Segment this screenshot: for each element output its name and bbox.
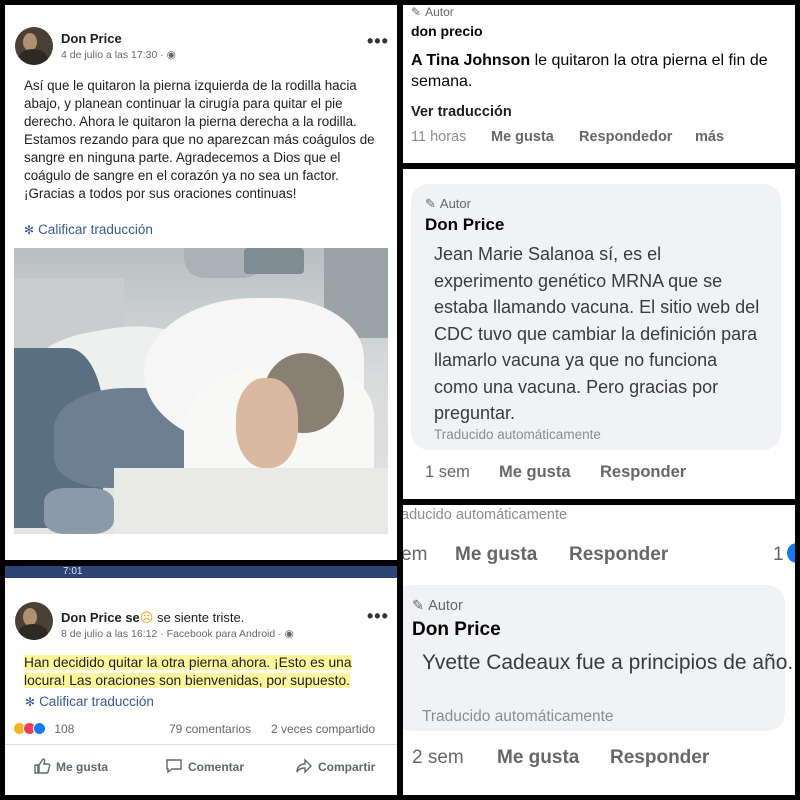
post-1-panel: Don Price 4 de julio a las 17:30 · ◉ •••…: [5, 5, 397, 560]
comment-text: A Tina Johnson le quitaron la otra piern…: [411, 50, 791, 92]
comment-time: 1 sem: [425, 463, 470, 481]
sad-emoji-icon: ☹: [139, 610, 154, 625]
gear-icon: ✻: [25, 695, 36, 709]
auto-translated-label: Traducido automáticamente: [422, 708, 614, 725]
post-date-text: 8 de julio a las 16:12 · Facebook para A…: [61, 628, 285, 640]
auto-translated-label: Traducido automáticamente: [434, 427, 601, 442]
reply-button[interactable]: Responder: [610, 747, 709, 769]
comment-time: 2 sem: [412, 747, 464, 768]
comment-label: Comentar: [188, 760, 245, 774]
prev-reply-button[interactable]: Responder: [569, 544, 668, 566]
rate-translation-label: Calificar traducción: [39, 694, 154, 709]
highlighted-text: Han decidido quitar la otra pierna ahora…: [24, 655, 352, 688]
prev-like-button[interactable]: Me gusta: [455, 544, 537, 566]
author-badge: ✎ Autor: [425, 196, 471, 212]
avatar[interactable]: [15, 602, 53, 640]
post-photo[interactable]: [14, 248, 388, 534]
rate-translation-link[interactable]: ✻ Calificar traducción: [25, 694, 154, 709]
post-date-text: 4 de julio a las 17:30 ·: [61, 49, 167, 61]
reaction-summary[interactable]: 108: [13, 722, 74, 736]
post-text: Han decidido quitar la otra pierna ahora…: [24, 654, 384, 690]
more-button[interactable]: más: [695, 129, 724, 145]
pencil-icon: ✎: [411, 5, 422, 19]
status-bar: 7:01: [5, 566, 397, 578]
feeling-label: se: [125, 610, 140, 625]
shares-count[interactable]: 2 veces compartido: [271, 722, 375, 736]
prev-auto-translated-label: aducido automáticamente: [403, 507, 568, 523]
like-button[interactable]: Me gusta: [499, 463, 571, 482]
share-label: Compartir: [318, 760, 376, 774]
author-badge-label: Autor: [439, 196, 471, 211]
comment-icon: [166, 759, 182, 774]
pencil-icon: ✎: [412, 598, 425, 614]
more-options-icon[interactable]: •••: [367, 606, 389, 627]
like-button[interactable]: Me gusta: [33, 757, 108, 775]
post-date[interactable]: 8 de julio a las 16:12 · Facebook para A…: [61, 628, 294, 640]
prev-reaction-count: 1: [773, 544, 784, 565]
status-time: 7:01: [63, 566, 83, 577]
author-badge-label: Autor: [428, 598, 463, 614]
more-options-icon[interactable]: •••: [367, 31, 389, 52]
comment-body: Jean Marie Salanoa sí, es el experimento…: [434, 244, 760, 423]
prev-comment-time: em: [403, 544, 428, 565]
like-reaction-icon: [33, 722, 46, 735]
comment-2-panel: ✎ Autor Don Price Jean Marie Salanoa sí, …: [403, 169, 795, 499]
rate-translation-link[interactable]: ✻ Calificar traducción: [24, 222, 153, 237]
post-author-line: Don Price se☹ se siente triste.: [61, 610, 244, 626]
author-badge: ✎ Autor: [411, 5, 454, 19]
mentioned-user[interactable]: A Tina Johnson: [411, 52, 530, 69]
comment-author[interactable]: Don Price: [425, 215, 504, 235]
post-author[interactable]: Don Price: [61, 610, 122, 625]
like-label: Me gusta: [56, 760, 109, 774]
comments-count[interactable]: 79 comentarios: [169, 722, 251, 736]
like-button[interactable]: Me gusta: [491, 129, 554, 145]
avatar[interactable]: [15, 27, 53, 65]
see-translation-link[interactable]: Ver traducción: [411, 104, 512, 120]
post-text: Así que le quitaron la pierna izquierda …: [24, 78, 375, 201]
like-button[interactable]: Me gusta: [497, 747, 579, 769]
author-badge: ✎ Autor: [412, 598, 463, 614]
globe-icon: ◉: [166, 49, 176, 61]
comment-button[interactable]: Comentar: [165, 757, 244, 775]
author-badge-label: Autor: [425, 5, 454, 19]
feeling-text: se siente triste.: [153, 610, 245, 625]
post-2-panel: 7:01 Don Price se☹ se siente triste. 8 d…: [5, 566, 397, 795]
comment-body: Yvette Cadeaux fue a principios de año.: [422, 651, 794, 674]
gear-icon: ✻: [24, 223, 35, 237]
like-reaction-icon: [787, 543, 795, 563]
post-date[interactable]: 4 de julio a las 17:30 · ◉: [61, 49, 176, 61]
pencil-icon: ✎: [425, 196, 436, 211]
reaction-count: 108: [54, 722, 75, 736]
reply-button[interactable]: Respondedor: [579, 129, 672, 145]
reply-button[interactable]: Responder: [600, 463, 686, 482]
share-button[interactable]: Compartir: [295, 757, 375, 775]
comment-time: 11 horas: [411, 129, 467, 145]
share-icon: [296, 758, 312, 774]
comment-author[interactable]: Don Price: [412, 619, 501, 641]
comment-1-panel: ✎ Autor don precio A Tina Johnson le quit…: [403, 5, 795, 163]
comment-author[interactable]: don precio: [411, 23, 483, 39]
comment-3-panel: aducido automáticamente em Me gusta Resp…: [403, 505, 795, 795]
post-author[interactable]: Don Price: [61, 31, 122, 46]
rate-translation-label: Calificar traducción: [38, 222, 153, 237]
globe-icon: ◉: [284, 628, 294, 640]
thumbs-up-icon: [34, 758, 51, 774]
post-actions-bar: Me gusta Comentar Compartir: [5, 744, 397, 795]
